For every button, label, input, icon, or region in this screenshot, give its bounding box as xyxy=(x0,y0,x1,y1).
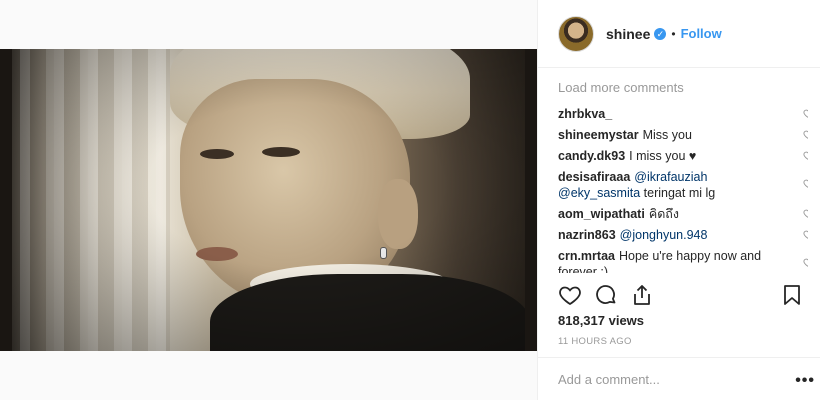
comment-username[interactable]: desisafiraaa xyxy=(558,170,630,184)
avatar[interactable] xyxy=(558,15,594,52)
comment-username[interactable]: nazrin863 xyxy=(558,228,616,242)
comment-item: candy.dk93 I miss you ♥ xyxy=(558,148,808,164)
comment-username[interactable]: shineemystar xyxy=(558,128,639,142)
comment-item: shineemystar Miss you xyxy=(558,127,808,143)
comment-username[interactable]: crn.mrtaa xyxy=(558,249,615,263)
comments-list[interactable]: Load more comments zhrbkva_ shineemystar… xyxy=(558,78,808,273)
media-area xyxy=(0,0,537,400)
comment-mention[interactable]: @ikrafauziah xyxy=(634,170,707,184)
video-letterbox-left xyxy=(0,49,12,351)
comment-text: teringat mi lg xyxy=(643,186,716,200)
verified-badge-icon: ✓ xyxy=(654,27,667,40)
comment-mention[interactable]: @jonghyun.948 xyxy=(620,228,708,242)
comment-username[interactable]: zhrbkva_ xyxy=(558,107,612,121)
post-timestamp[interactable]: 11 HOURS AGO xyxy=(558,336,632,347)
comment-item: desisafiraaa @ikrafauziah @eky_sasmita te… xyxy=(558,169,808,201)
heart-icon[interactable] xyxy=(803,108,808,119)
comment-item: aom_wipathati คิดถึง xyxy=(558,206,808,222)
comment-text: I miss you ♥ xyxy=(629,149,697,163)
video-vignette xyxy=(0,49,537,351)
comment-username[interactable]: aom_wipathati xyxy=(558,207,645,221)
follow-button[interactable]: Follow xyxy=(681,26,722,41)
heart-icon[interactable] xyxy=(803,229,808,240)
post-side-panel: shinee ✓ • Follow Load more comments zhr… xyxy=(537,0,820,400)
account-username[interactable]: shinee xyxy=(606,26,650,42)
view-count[interactable]: 818,317 views xyxy=(558,313,644,328)
comment-item: crn.mrtaa Hope u're happy now and forever… xyxy=(558,248,808,273)
post-video[interactable] xyxy=(0,49,537,351)
header-separator: • xyxy=(671,26,676,41)
post-header: shinee ✓ • Follow xyxy=(538,0,820,68)
comment-item: zhrbkva_ xyxy=(558,106,808,122)
comment-username[interactable]: candy.dk93 xyxy=(558,149,625,163)
comment-text: Miss you xyxy=(642,128,692,142)
bookmark-icon[interactable] xyxy=(780,283,804,307)
comment-item: nazrin863 @jonghyun.948 xyxy=(558,227,808,243)
comment-mention[interactable]: @eky_sasmita xyxy=(558,186,640,200)
heart-icon[interactable] xyxy=(803,208,808,219)
heart-icon[interactable] xyxy=(803,129,808,140)
load-more-comments-link[interactable]: Load more comments xyxy=(558,78,808,98)
heart-icon[interactable] xyxy=(803,178,808,189)
share-icon[interactable] xyxy=(630,283,654,307)
add-comment-bar: ••• xyxy=(538,357,820,400)
heart-icon[interactable] xyxy=(558,283,582,307)
more-options-icon[interactable]: ••• xyxy=(795,372,815,390)
video-letterbox-right xyxy=(525,49,537,351)
comment-text: คิดถึง xyxy=(648,207,679,221)
add-comment-input[interactable] xyxy=(558,371,778,387)
post-actions-bar xyxy=(558,280,808,310)
heart-icon[interactable] xyxy=(803,150,808,161)
comment-icon[interactable] xyxy=(594,283,618,307)
heart-icon[interactable] xyxy=(803,257,808,268)
